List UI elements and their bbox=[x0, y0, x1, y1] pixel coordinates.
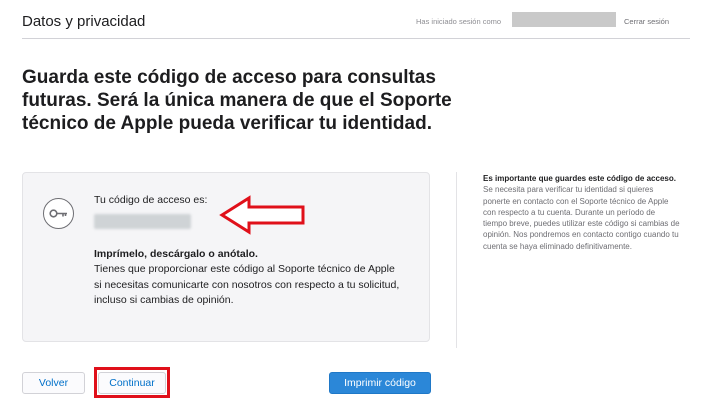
signed-in-label: Has iniciado sesión como bbox=[416, 17, 502, 26]
access-code-label: Tu código de acceso es: bbox=[94, 194, 208, 206]
page-title: Datos y privacidad bbox=[22, 13, 146, 30]
header-divider bbox=[22, 38, 690, 39]
redacted-access-code bbox=[94, 214, 191, 229]
back-button[interactable]: Volver bbox=[22, 372, 85, 394]
side-note-lead: Es importante que guardes este código de… bbox=[483, 174, 676, 183]
headline: Guarda este código de acceso para consul… bbox=[22, 67, 452, 134]
key-icon bbox=[43, 198, 74, 229]
vertical-separator bbox=[456, 172, 457, 348]
print-code-button[interactable]: Imprimir código bbox=[329, 372, 431, 394]
header: Datos y privacidad Has iniciado sesión c… bbox=[0, 0, 711, 40]
continue-button[interactable]: Continuar bbox=[98, 372, 166, 394]
side-note: Es importante que guardes este código de… bbox=[483, 173, 681, 252]
instructions-title: Imprímelo, descárgalo o anótalo. bbox=[94, 248, 258, 260]
redacted-email bbox=[512, 12, 616, 27]
annotation-arrow-icon bbox=[219, 195, 305, 235]
instructions-body: Tienes que proporcionar este código al S… bbox=[94, 263, 400, 306]
signout-link[interactable]: Cerrar sesión bbox=[624, 17, 669, 26]
side-note-body: Se necesita para verificar tu identidad … bbox=[483, 185, 680, 251]
